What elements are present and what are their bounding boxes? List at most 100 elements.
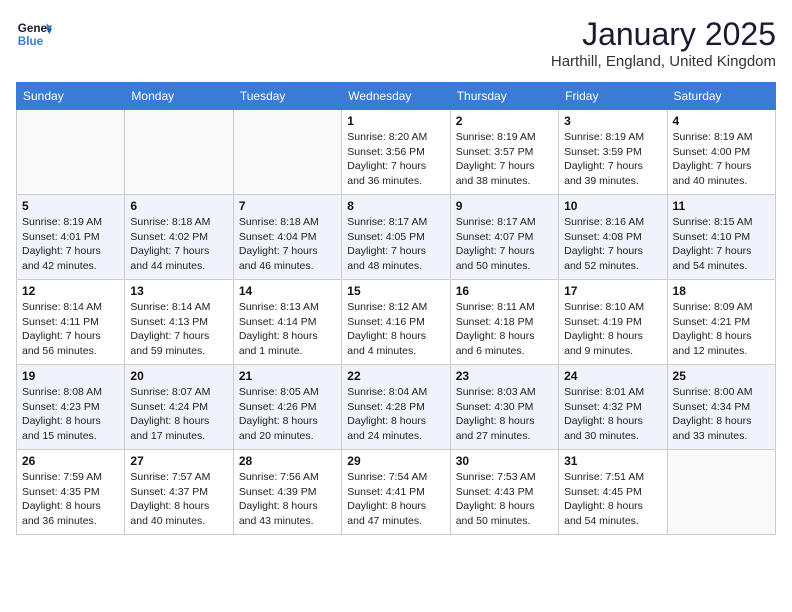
day-number: 1 <box>347 114 444 128</box>
day-number: 18 <box>673 284 770 298</box>
table-row: 27 Sunrise: 7:57 AM Sunset: 4:37 PM Dayli… <box>125 450 233 535</box>
day-number: 20 <box>130 369 227 383</box>
day-number: 27 <box>130 454 227 468</box>
calendar-table: Sunday Monday Tuesday Wednesday Thursday… <box>16 82 776 535</box>
day-number: 10 <box>564 199 661 213</box>
table-row: 23 Sunrise: 8:03 AM Sunset: 4:30 PM Dayli… <box>450 365 558 450</box>
table-row: 13 Sunrise: 8:14 AM Sunset: 4:13 PM Dayli… <box>125 280 233 365</box>
calendar-week-row: 26 Sunrise: 7:59 AM Sunset: 4:35 PM Dayli… <box>17 450 776 535</box>
table-row: 17 Sunrise: 8:10 AM Sunset: 4:19 PM Dayli… <box>559 280 667 365</box>
day-number: 26 <box>22 454 119 468</box>
day-number: 17 <box>564 284 661 298</box>
day-number: 13 <box>130 284 227 298</box>
header-sunday: Sunday <box>17 83 125 110</box>
day-info: Sunrise: 7:54 AM Sunset: 4:41 PM Dayligh… <box>347 470 444 529</box>
day-number: 28 <box>239 454 336 468</box>
calendar-header-row: Sunday Monday Tuesday Wednesday Thursday… <box>17 83 776 110</box>
table-row: 18 Sunrise: 8:09 AM Sunset: 4:21 PM Dayli… <box>667 280 775 365</box>
logo-icon: General Blue <box>16 16 52 52</box>
day-info: Sunrise: 8:07 AM Sunset: 4:24 PM Dayligh… <box>130 385 227 444</box>
day-info: Sunrise: 7:51 AM Sunset: 4:45 PM Dayligh… <box>564 470 661 529</box>
day-number: 30 <box>456 454 553 468</box>
table-row: 9Sunrise: 8:17 AM Sunset: 4:07 PM Daylig… <box>450 195 558 280</box>
day-number: 4 <box>673 114 770 128</box>
day-info: Sunrise: 8:17 AM Sunset: 4:05 PM Dayligh… <box>347 215 444 274</box>
table-row <box>233 110 341 195</box>
day-info: Sunrise: 8:19 AM Sunset: 3:57 PM Dayligh… <box>456 130 553 189</box>
day-info: Sunrise: 8:18 AM Sunset: 4:02 PM Dayligh… <box>130 215 227 274</box>
day-info: Sunrise: 8:12 AM Sunset: 4:16 PM Dayligh… <box>347 300 444 359</box>
table-row: 25Sunrise: 8:00 AM Sunset: 4:34 PM Dayli… <box>667 365 775 450</box>
day-number: 6 <box>130 199 227 213</box>
day-info: Sunrise: 8:04 AM Sunset: 4:28 PM Dayligh… <box>347 385 444 444</box>
table-row: 21 Sunrise: 8:05 AM Sunset: 4:26 PM Dayli… <box>233 365 341 450</box>
calendar-week-row: 5Sunrise: 8:19 AM Sunset: 4:01 PM Daylig… <box>17 195 776 280</box>
table-row: 30 Sunrise: 7:53 AM Sunset: 4:43 PM Dayli… <box>450 450 558 535</box>
table-row: 3Sunrise: 8:19 AM Sunset: 3:59 PM Daylig… <box>559 110 667 195</box>
day-number: 7 <box>239 199 336 213</box>
day-info: Sunrise: 7:59 AM Sunset: 4:35 PM Dayligh… <box>22 470 119 529</box>
day-number: 29 <box>347 454 444 468</box>
day-number: 5 <box>22 199 119 213</box>
day-number: 16 <box>456 284 553 298</box>
table-row: 15 Sunrise: 8:12 AM Sunset: 4:16 PM Dayli… <box>342 280 450 365</box>
day-info: Sunrise: 7:57 AM Sunset: 4:37 PM Dayligh… <box>130 470 227 529</box>
day-info: Sunrise: 8:00 AM Sunset: 4:34 PM Dayligh… <box>673 385 770 444</box>
day-info: Sunrise: 8:05 AM Sunset: 4:26 PM Dayligh… <box>239 385 336 444</box>
day-number: 31 <box>564 454 661 468</box>
svg-text:Blue: Blue <box>18 35 44 48</box>
day-info: Sunrise: 8:14 AM Sunset: 4:11 PM Dayligh… <box>22 300 119 359</box>
logo: General Blue <box>16 16 52 52</box>
day-number: 24 <box>564 369 661 383</box>
table-row: 10 Sunrise: 8:16 AM Sunset: 4:08 PM Dayli… <box>559 195 667 280</box>
day-number: 15 <box>347 284 444 298</box>
table-row: 28Sunrise: 7:56 AM Sunset: 4:39 PM Dayli… <box>233 450 341 535</box>
page-header: General Blue January 2025 Harthill, Engl… <box>16 16 776 70</box>
day-number: 23 <box>456 369 553 383</box>
table-row: 16 Sunrise: 8:11 AM Sunset: 4:18 PM Dayli… <box>450 280 558 365</box>
month-title: January 2025 <box>551 16 776 53</box>
header-thursday: Thursday <box>450 83 558 110</box>
day-number: 2 <box>456 114 553 128</box>
table-row: 11 Sunrise: 8:15 AM Sunset: 4:10 PM Dayli… <box>667 195 775 280</box>
day-info: Sunrise: 8:09 AM Sunset: 4:21 PM Dayligh… <box>673 300 770 359</box>
table-row: 8Sunrise: 8:17 AM Sunset: 4:05 PM Daylig… <box>342 195 450 280</box>
table-row <box>667 450 775 535</box>
day-number: 22 <box>347 369 444 383</box>
day-info: Sunrise: 8:15 AM Sunset: 4:10 PM Dayligh… <box>673 215 770 274</box>
table-row: 4 Sunrise: 8:19 AM Sunset: 4:00 PM Daylig… <box>667 110 775 195</box>
day-info: Sunrise: 8:19 AM Sunset: 4:00 PM Dayligh… <box>673 130 770 189</box>
table-row: 2 Sunrise: 8:19 AM Sunset: 3:57 PM Daylig… <box>450 110 558 195</box>
table-row <box>17 110 125 195</box>
day-number: 21 <box>239 369 336 383</box>
table-row: 19Sunrise: 8:08 AM Sunset: 4:23 PM Dayli… <box>17 365 125 450</box>
table-row: 1 Sunrise: 8:20 AM Sunset: 3:56 PM Daylig… <box>342 110 450 195</box>
table-row: 12 Sunrise: 8:14 AM Sunset: 4:11 PM Dayli… <box>17 280 125 365</box>
day-info: Sunrise: 8:20 AM Sunset: 3:56 PM Dayligh… <box>347 130 444 189</box>
day-info: Sunrise: 8:16 AM Sunset: 4:08 PM Dayligh… <box>564 215 661 274</box>
header-tuesday: Tuesday <box>233 83 341 110</box>
day-info: Sunrise: 8:08 AM Sunset: 4:23 PM Dayligh… <box>22 385 119 444</box>
day-info: Sunrise: 8:10 AM Sunset: 4:19 PM Dayligh… <box>564 300 661 359</box>
header-saturday: Saturday <box>667 83 775 110</box>
table-row: 6 Sunrise: 8:18 AM Sunset: 4:02 PM Daylig… <box>125 195 233 280</box>
header-wednesday: Wednesday <box>342 83 450 110</box>
table-row: 14Sunrise: 8:13 AM Sunset: 4:14 PM Dayli… <box>233 280 341 365</box>
day-info: Sunrise: 8:03 AM Sunset: 4:30 PM Dayligh… <box>456 385 553 444</box>
table-row: 29 Sunrise: 7:54 AM Sunset: 4:41 PM Dayli… <box>342 450 450 535</box>
day-number: 12 <box>22 284 119 298</box>
location: Harthill, England, United Kingdom <box>551 53 776 70</box>
day-number: 11 <box>673 199 770 213</box>
table-row: 20 Sunrise: 8:07 AM Sunset: 4:24 PM Dayli… <box>125 365 233 450</box>
day-info: Sunrise: 7:53 AM Sunset: 4:43 PM Dayligh… <box>456 470 553 529</box>
day-info: Sunrise: 8:01 AM Sunset: 4:32 PM Dayligh… <box>564 385 661 444</box>
calendar-week-row: 1 Sunrise: 8:20 AM Sunset: 3:56 PM Daylig… <box>17 110 776 195</box>
day-info: Sunrise: 8:14 AM Sunset: 4:13 PM Dayligh… <box>130 300 227 359</box>
day-number: 14 <box>239 284 336 298</box>
table-row <box>125 110 233 195</box>
table-row: 22 Sunrise: 8:04 AM Sunset: 4:28 PM Dayli… <box>342 365 450 450</box>
day-number: 9 <box>456 199 553 213</box>
table-row: 24 Sunrise: 8:01 AM Sunset: 4:32 PM Dayli… <box>559 365 667 450</box>
day-info: Sunrise: 8:11 AM Sunset: 4:18 PM Dayligh… <box>456 300 553 359</box>
day-info: Sunrise: 8:18 AM Sunset: 4:04 PM Dayligh… <box>239 215 336 274</box>
